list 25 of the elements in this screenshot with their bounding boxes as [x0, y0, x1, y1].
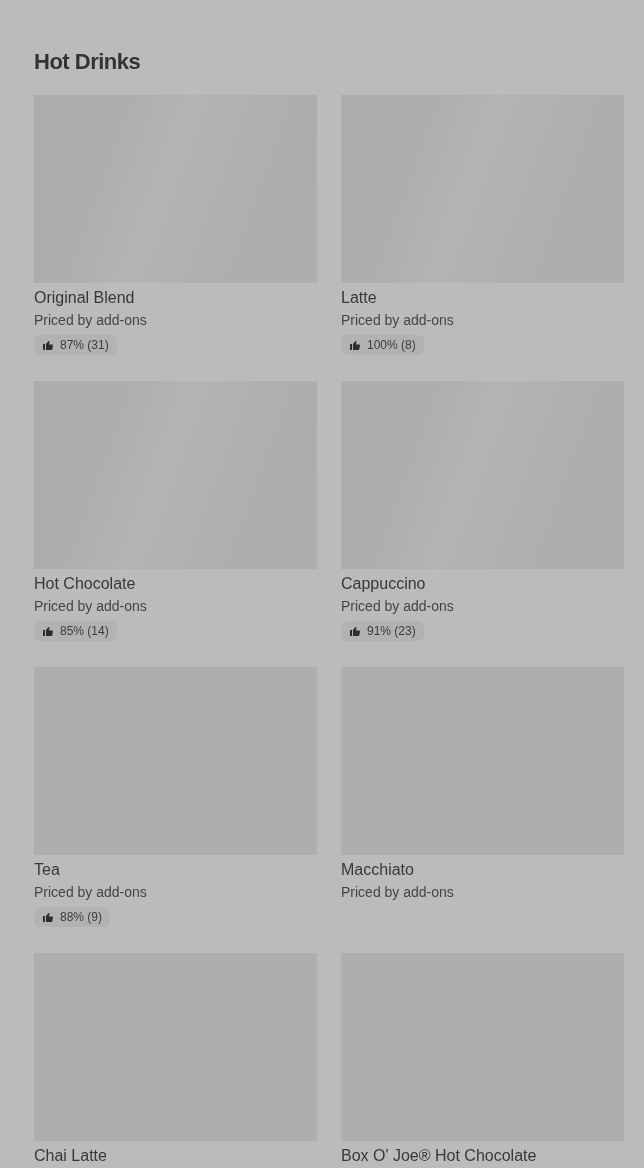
item-name[interactable]: Chai Latte: [34, 1147, 317, 1165]
rating-badge: 91% (23): [341, 621, 424, 641]
thumbs-up-icon: [42, 625, 54, 637]
thumbs-up-icon: [349, 625, 361, 637]
item-name[interactable]: Latte: [341, 289, 624, 307]
item-price: Priced by add-ons: [341, 597, 455, 615]
item-name[interactable]: Hot Chocolate: [34, 575, 317, 593]
item-price: Priced by add-ons: [341, 311, 455, 329]
item-price: Priced by add-ons: [34, 883, 148, 901]
rating-badge: 85% (14): [34, 621, 117, 641]
item-name[interactable]: Original Blend: [34, 289, 317, 307]
thumbs-up-icon: [42, 911, 54, 923]
item-price: Priced by add-ons: [34, 597, 148, 615]
rating-badge: 88% (9): [34, 907, 111, 927]
rating-badge: 100% (8): [341, 335, 424, 355]
thumbs-up-icon: [349, 339, 361, 351]
section-title: Hot Drinks: [34, 48, 142, 76]
item-name[interactable]: Box O' Joe® Hot Chocolate: [341, 1147, 624, 1165]
item-price: Priced by add-ons: [34, 311, 148, 329]
item-name[interactable]: Macchiato: [341, 861, 624, 879]
item-name[interactable]: Cappuccino: [341, 575, 624, 593]
item-name[interactable]: Tea: [34, 861, 317, 879]
thumbs-up-icon: [42, 339, 54, 351]
item-price: Priced by add-ons: [341, 883, 455, 901]
rating-badge: 87% (31): [34, 335, 117, 355]
